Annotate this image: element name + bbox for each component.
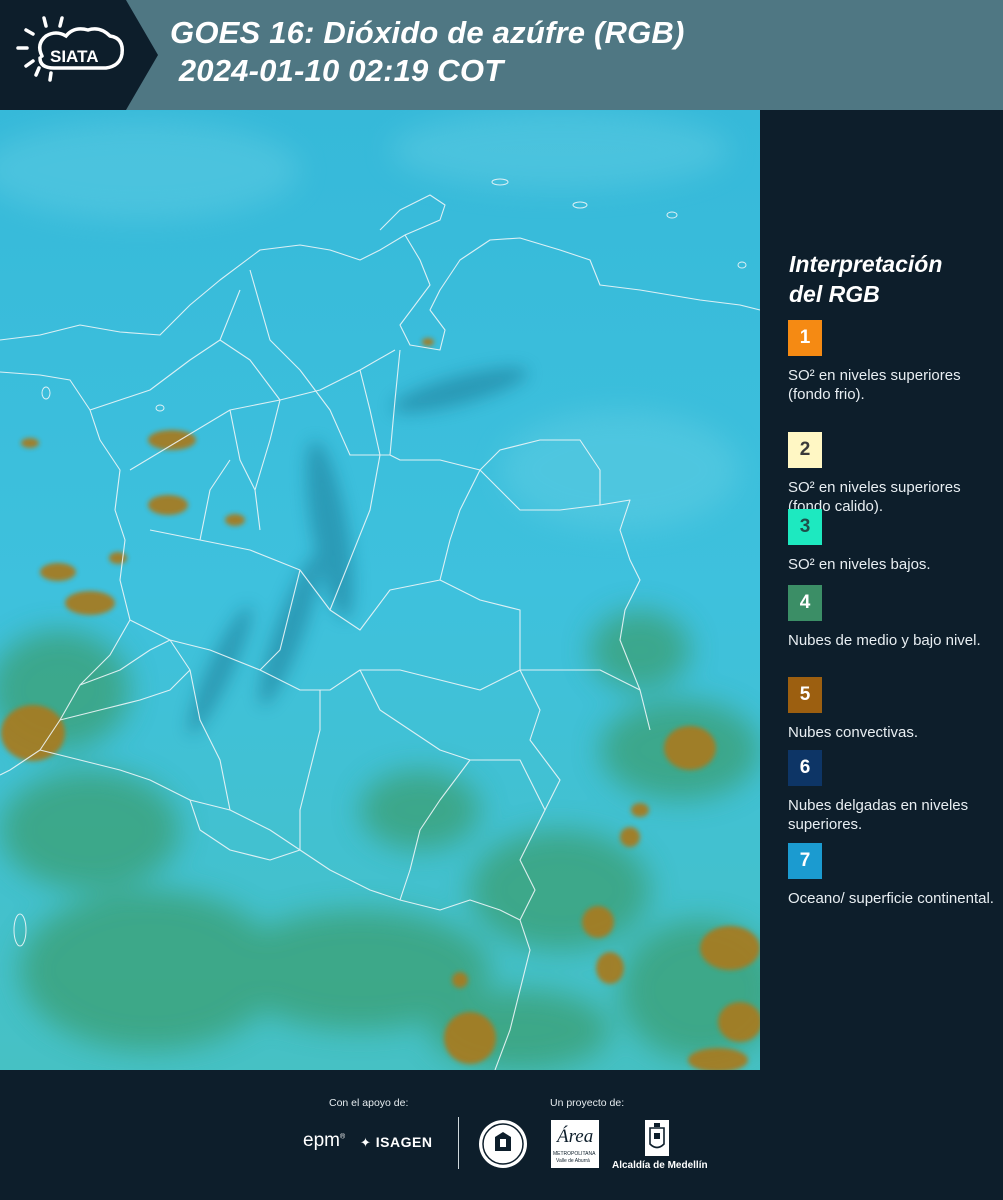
legend-swatch: 3 [788,509,822,545]
legend-panel: Interpretación del RGB 1 SO² en niveles s… [760,110,1003,1070]
legend-title: Interpretación del RGB [789,249,942,309]
legend-swatch: 5 [788,677,822,713]
area-metropolitana-logo: Área METROPOLITANA Valle de Aburrá [551,1120,599,1168]
legend-title-line-1: Interpretación [789,251,943,277]
header-bar: SIATA GOES 16: Dióxido de azúfre (RGB) 2… [0,0,1003,110]
legend-item-3: 3 SO² en niveles bajos. [788,509,998,574]
legend-label: SO² en niveles superiores (fondo frio). [788,367,961,403]
project-label: Un proyecto de: [550,1097,625,1109]
legend-label: SO² en niveles bajos. [788,556,931,573]
legend-title-line-2: del RGB [789,281,880,307]
area-logo-sub1: METROPOLITANA [553,1151,596,1157]
legend-item-6: 6 Nubes delgadas en niveles superiores. [788,750,998,834]
legend-swatch: 1 [788,320,822,356]
legend-label: Oceano/ superficie continental. [788,890,994,907]
legend-swatch: 2 [788,432,822,468]
legend-item-7: 7 Oceano/ superficie continental. [788,843,998,908]
alcaldia-label: Alcaldía de Medellín [612,1160,708,1171]
legend-item-2: 2 SO² en niveles superiores (fondo calido… [788,432,998,516]
page-title: GOES 16: Dióxido de azúfre (RGB) 2024-01… [170,14,685,90]
legend-item-4: 4 Nubes de medio y bajo nivel. [788,585,998,650]
area-logo-text: Área [557,1126,594,1147]
legend-swatch: 4 [788,585,822,621]
satellite-map [0,110,760,1070]
isagen-logo: ✦ ISAGEN [360,1134,432,1151]
satellite-imagery [0,110,760,1070]
epm-logo: epm® [303,1130,346,1151]
legend-label: Nubes convectivas. [788,724,919,741]
footer: Con el apoyo de: Un proyecto de: epm® ✦ … [0,1070,1003,1200]
legend-swatch: 6 [788,750,822,786]
title-line-2: 2024-01-10 02:19 COT [170,53,504,88]
siata-logo: SIATA [0,0,158,110]
medellin-seal-icon [478,1119,528,1174]
siata-logo-text: SIATA [50,47,98,66]
legend-item-1: 1 SO² en niveles superiores (fondo frio). [788,320,998,404]
isagen-mark-icon: ✦ [360,1135,372,1150]
area-logo-sub2: Valle de Aburrá [556,1158,590,1164]
isagen-logo-text: ISAGEN [375,1134,433,1150]
footer-divider [458,1117,459,1169]
alcaldia-coat-of-arms-icon [643,1118,671,1163]
title-line-1: GOES 16: Dióxido de azúfre (RGB) [170,15,685,50]
legend-item-5: 5 Nubes convectivas. [788,677,998,742]
epm-logo-text: epm [303,1130,340,1151]
legend-label: Nubes de medio y bajo nivel. [788,632,981,649]
legend-label: Nubes delgadas en niveles superiores. [788,797,969,833]
legend-swatch: 7 [788,843,822,879]
support-label: Con el apoyo de: [329,1097,409,1109]
